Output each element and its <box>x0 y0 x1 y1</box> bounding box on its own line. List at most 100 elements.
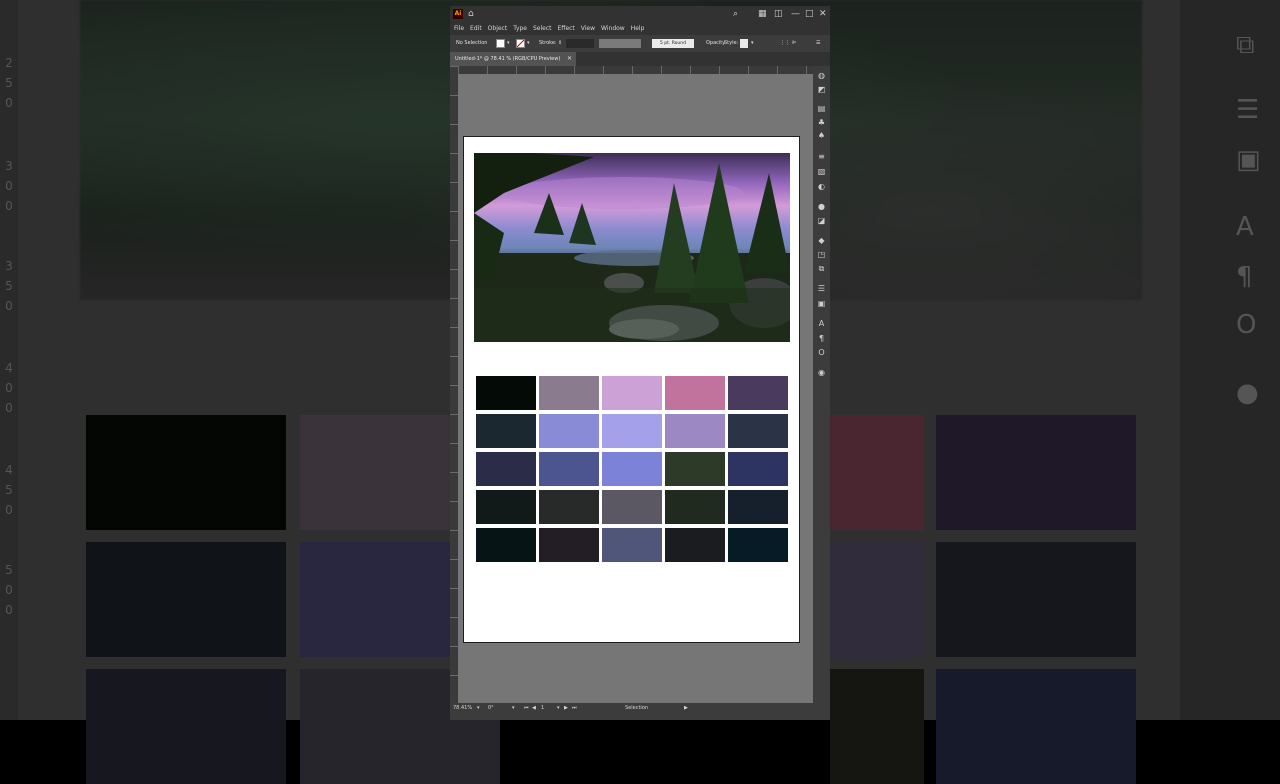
artboard-number[interactable]: 1 <box>541 703 544 714</box>
workspace-icon[interactable]: ◫ <box>774 8 783 20</box>
opentype-icon[interactable]: O <box>817 348 826 357</box>
background-character-icon: A <box>1236 212 1254 242</box>
color-swatch[interactable] <box>476 414 536 448</box>
menu-file[interactable]: File <box>454 22 464 35</box>
color-swatch[interactable] <box>476 490 536 524</box>
color-wheel-icon[interactable]: ◍ <box>817 71 826 80</box>
status-menu-icon[interactable]: ▶ <box>684 703 688 714</box>
swatches-icon[interactable]: ◩ <box>817 85 826 94</box>
menu-help[interactable]: Help <box>631 22 645 35</box>
align-icon[interactable]: ⋮⋮ <box>780 35 790 52</box>
layers-icon[interactable]: ◆ <box>817 236 826 245</box>
artboards-icon[interactable]: ◳ <box>817 250 826 259</box>
asset-export-icon[interactable]: ⧉ <box>817 264 826 273</box>
color-swatch[interactable] <box>602 528 662 562</box>
next-artboard-icon[interactable]: ▶ <box>564 703 568 714</box>
landscape-photo[interactable] <box>474 153 790 342</box>
menu-object[interactable]: Object <box>488 22 508 35</box>
color-swatch[interactable] <box>665 528 725 562</box>
libraries-icon[interactable]: ▤ <box>817 104 826 113</box>
color-swatch[interactable] <box>539 528 599 562</box>
background-digit: 0 <box>5 583 13 597</box>
graphic-style-swatch[interactable] <box>740 39 748 48</box>
color-swatch[interactable] <box>539 452 599 486</box>
brushes-icon[interactable]: ♠ <box>817 131 826 140</box>
color-swatch[interactable] <box>539 414 599 448</box>
stroke-dropdown-icon[interactable]: ▾ <box>527 35 530 52</box>
stroke-weight-input[interactable] <box>566 39 594 48</box>
close-button[interactable]: ✕ <box>819 8 827 20</box>
previous-artboard-icon[interactable]: ◀ <box>532 703 536 714</box>
color-swatch[interactable] <box>602 414 662 448</box>
artboard[interactable] <box>463 136 800 643</box>
close-tab-icon[interactable]: ✕ <box>567 52 572 66</box>
menu-type[interactable]: Type <box>513 22 527 35</box>
color-swatch[interactable] <box>665 376 725 410</box>
rotation-dropdown-icon[interactable]: ▾ <box>512 703 515 714</box>
background-swatch <box>830 415 924 530</box>
first-artboard-icon[interactable]: ⏮ <box>524 703 529 714</box>
transparency-icon[interactable]: ◐ <box>817 182 826 191</box>
stroke-swatch[interactable] <box>516 39 525 48</box>
color-swatch[interactable] <box>476 376 536 410</box>
home-icon[interactable]: ⌂ <box>468 8 474 20</box>
color-swatch[interactable] <box>665 490 725 524</box>
current-tool[interactable]: Selection <box>625 703 648 714</box>
color-swatch[interactable] <box>728 452 788 486</box>
color-swatch[interactable] <box>728 528 788 562</box>
document-tab[interactable]: Untitled-1* @ 78.41 % (RGB/CPU Preview) … <box>450 52 576 66</box>
color-swatch[interactable] <box>476 452 536 486</box>
rotation-value[interactable]: 0° <box>488 703 494 714</box>
fill-swatch[interactable] <box>496 39 505 48</box>
stroke-panel-icon[interactable]: ≡ <box>817 152 826 161</box>
properties-icon[interactable]: ▣ <box>817 299 826 308</box>
background-digit: 5 <box>5 279 13 293</box>
zoom-dropdown-icon[interactable]: ▾ <box>477 703 480 714</box>
zoom-level[interactable]: 78.41% <box>453 703 472 714</box>
last-artboard-icon[interactable]: ⏭ <box>572 703 577 714</box>
background-digit: 5 <box>5 76 13 90</box>
color-swatch[interactable] <box>665 452 725 486</box>
app-logo-icon: Ai <box>453 9 463 19</box>
arrange-documents-icon[interactable]: ▦ <box>758 8 767 20</box>
color-swatch[interactable] <box>728 490 788 524</box>
artboard-dropdown-icon[interactable]: ▾ <box>557 703 560 714</box>
horizontal-ruler[interactable] <box>458 66 813 74</box>
stroke-label: Stroke: <box>539 40 557 46</box>
character-icon[interactable]: A <box>817 319 826 328</box>
appearance-icon[interactable]: ● <box>817 202 826 211</box>
align-panel-icon[interactable]: ☰ <box>817 284 826 293</box>
gradient-icon[interactable]: ▧ <box>817 167 826 176</box>
search-icon[interactable]: ⌕ <box>733 8 738 20</box>
vertical-ruler[interactable] <box>450 66 458 706</box>
canvas[interactable] <box>458 74 813 706</box>
menu-effect[interactable]: Effect <box>558 22 575 35</box>
color-swatch[interactable] <box>476 528 536 562</box>
color-swatch[interactable] <box>665 414 725 448</box>
menu-select[interactable]: Select <box>533 22 552 35</box>
color-swatch[interactable] <box>602 452 662 486</box>
menu-view[interactable]: View <box>581 22 595 35</box>
color-swatch[interactable] <box>539 490 599 524</box>
color-swatch[interactable] <box>728 414 788 448</box>
brush-definition-select[interactable]: 5 pt. Round <box>652 39 694 48</box>
fill-dropdown-icon[interactable]: ▾ <box>507 35 510 52</box>
transform-icon[interactable]: ⊫ <box>792 35 796 52</box>
variable-width-profile[interactable] <box>599 39 641 48</box>
minimize-button[interactable]: — <box>791 8 800 20</box>
symbols-icon[interactable]: ♣ <box>817 118 826 127</box>
style-dropdown-icon[interactable]: ▾ <box>751 35 754 52</box>
menu-edit[interactable]: Edit <box>470 22 482 35</box>
navigator-icon[interactable]: ◉ <box>817 368 826 377</box>
maximize-button[interactable]: □ <box>805 8 814 20</box>
opacity-label[interactable]: Opacity <box>706 35 725 52</box>
panel-menu-icon[interactable]: ☰ <box>816 35 820 52</box>
stroke-stepper-icon[interactable]: ⇕ <box>558 35 562 52</box>
color-swatch[interactable] <box>728 376 788 410</box>
menu-window[interactable]: Window <box>601 22 625 35</box>
graphic-styles-icon[interactable]: ◪ <box>817 216 826 225</box>
paragraph-icon[interactable]: ¶ <box>817 334 826 343</box>
color-swatch[interactable] <box>602 376 662 410</box>
color-swatch[interactable] <box>539 376 599 410</box>
color-swatch[interactable] <box>602 490 662 524</box>
